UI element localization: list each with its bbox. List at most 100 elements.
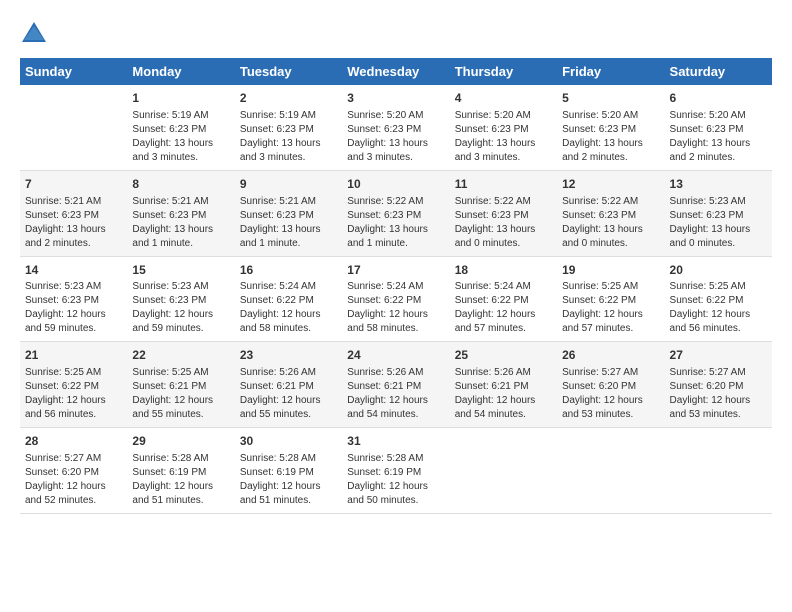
day-number: 3 [347, 90, 444, 107]
calendar-cell: 12 Sunrise: 5:22 AM Sunset: 6:23 PM Dayli… [557, 170, 664, 256]
day-number: 25 [455, 347, 552, 364]
calendar-cell: 11 Sunrise: 5:22 AM Sunset: 6:23 PM Dayli… [450, 170, 557, 256]
day-info: Sunrise: 5:25 AM Sunset: 6:21 PM Dayligh… [132, 366, 229, 422]
day-number: 29 [132, 433, 229, 450]
calendar-cell [450, 428, 557, 514]
day-info: Sunrise: 5:21 AM Sunset: 6:23 PM Dayligh… [240, 195, 337, 251]
calendar-cell: 23 Sunrise: 5:26 AM Sunset: 6:21 PM Dayli… [235, 342, 342, 428]
day-info: Sunrise: 5:19 AM Sunset: 6:23 PM Dayligh… [132, 109, 229, 165]
calendar-cell: 18Sunrise: 5:24 AM Sunset: 6:22 PM Dayli… [450, 256, 557, 342]
day-number: 19 [562, 262, 659, 279]
days-of-week-row: SundayMondayTuesdayWednesdayThursdayFrid… [20, 58, 772, 85]
calendar-cell: 7 Sunrise: 5:21 AM Sunset: 6:23 PM Daylig… [20, 170, 127, 256]
day-info: Sunrise: 5:24 AM Sunset: 6:22 PM Dayligh… [455, 280, 552, 336]
day-of-week-tuesday: Tuesday [235, 58, 342, 85]
day-of-week-saturday: Saturday [665, 58, 772, 85]
logo [20, 20, 52, 48]
day-number: 5 [562, 90, 659, 107]
day-number: 6 [670, 90, 767, 107]
day-info: Sunrise: 5:25 AM Sunset: 6:22 PM Dayligh… [562, 280, 659, 336]
calendar-cell: 8 Sunrise: 5:21 AM Sunset: 6:23 PM Daylig… [127, 170, 234, 256]
day-info: Sunrise: 5:21 AM Sunset: 6:23 PM Dayligh… [132, 195, 229, 251]
calendar-cell: 27 Sunrise: 5:27 AM Sunset: 6:20 PM Dayli… [665, 342, 772, 428]
calendar-cell: 31Sunrise: 5:28 AM Sunset: 6:19 PM Dayli… [342, 428, 449, 514]
calendar-cell: 15Sunrise: 5:23 AM Sunset: 6:23 PM Dayli… [127, 256, 234, 342]
day-info: Sunrise: 5:28 AM Sunset: 6:19 PM Dayligh… [240, 452, 337, 508]
calendar-cell: 13Sunrise: 5:23 AM Sunset: 6:23 PM Dayli… [665, 170, 772, 256]
calendar-week-2: 7 Sunrise: 5:21 AM Sunset: 6:23 PM Daylig… [20, 170, 772, 256]
day-of-week-friday: Friday [557, 58, 664, 85]
day-of-week-monday: Monday [127, 58, 234, 85]
calendar-cell: 10Sunrise: 5:22 AM Sunset: 6:23 PM Dayli… [342, 170, 449, 256]
calendar-cell [557, 428, 664, 514]
day-number: 18 [455, 262, 552, 279]
calendar-week-1: 1Sunrise: 5:19 AM Sunset: 6:23 PM Daylig… [20, 85, 772, 170]
page-header [20, 20, 772, 48]
calendar-cell: 19Sunrise: 5:25 AM Sunset: 6:22 PM Dayli… [557, 256, 664, 342]
day-number: 11 [455, 176, 552, 193]
day-number: 17 [347, 262, 444, 279]
day-info: Sunrise: 5:28 AM Sunset: 6:19 PM Dayligh… [132, 452, 229, 508]
day-info: Sunrise: 5:20 AM Sunset: 6:23 PM Dayligh… [455, 109, 552, 165]
calendar-body: 1Sunrise: 5:19 AM Sunset: 6:23 PM Daylig… [20, 85, 772, 513]
calendar-cell: 26Sunrise: 5:27 AM Sunset: 6:20 PM Dayli… [557, 342, 664, 428]
calendar-cell: 3 Sunrise: 5:20 AM Sunset: 6:23 PM Daylig… [342, 85, 449, 170]
day-info: Sunrise: 5:25 AM Sunset: 6:22 PM Dayligh… [670, 280, 767, 336]
calendar-cell: 17Sunrise: 5:24 AM Sunset: 6:22 PM Dayli… [342, 256, 449, 342]
day-info: Sunrise: 5:24 AM Sunset: 6:22 PM Dayligh… [240, 280, 337, 336]
day-info: Sunrise: 5:20 AM Sunset: 6:23 PM Dayligh… [347, 109, 444, 165]
calendar-cell: 9 Sunrise: 5:21 AM Sunset: 6:23 PM Daylig… [235, 170, 342, 256]
day-number: 26 [562, 347, 659, 364]
day-of-week-wednesday: Wednesday [342, 58, 449, 85]
day-info: Sunrise: 5:27 AM Sunset: 6:20 PM Dayligh… [670, 366, 767, 422]
day-number: 28 [25, 433, 122, 450]
day-number: 27 [670, 347, 767, 364]
day-info: Sunrise: 5:26 AM Sunset: 6:21 PM Dayligh… [240, 366, 337, 422]
logo-icon [20, 20, 48, 48]
calendar-cell [20, 85, 127, 170]
day-number: 15 [132, 262, 229, 279]
day-of-week-thursday: Thursday [450, 58, 557, 85]
day-number: 14 [25, 262, 122, 279]
day-number: 20 [670, 262, 767, 279]
day-number: 23 [240, 347, 337, 364]
calendar-cell: 30Sunrise: 5:28 AM Sunset: 6:19 PM Dayli… [235, 428, 342, 514]
calendar-cell: 16Sunrise: 5:24 AM Sunset: 6:22 PM Dayli… [235, 256, 342, 342]
calendar-week-5: 28 Sunrise: 5:27 AM Sunset: 6:20 PM Dayli… [20, 428, 772, 514]
day-info: Sunrise: 5:26 AM Sunset: 6:21 PM Dayligh… [455, 366, 552, 422]
day-number: 7 [25, 176, 122, 193]
day-number: 2 [240, 90, 337, 107]
calendar-cell [665, 428, 772, 514]
day-info: Sunrise: 5:22 AM Sunset: 6:23 PM Dayligh… [562, 195, 659, 251]
day-info: Sunrise: 5:23 AM Sunset: 6:23 PM Dayligh… [25, 280, 122, 336]
day-info: Sunrise: 5:27 AM Sunset: 6:20 PM Dayligh… [25, 452, 122, 508]
day-number: 31 [347, 433, 444, 450]
day-number: 4 [455, 90, 552, 107]
day-info: Sunrise: 5:26 AM Sunset: 6:21 PM Dayligh… [347, 366, 444, 422]
calendar-cell: 28 Sunrise: 5:27 AM Sunset: 6:20 PM Dayli… [20, 428, 127, 514]
calendar-cell: 20Sunrise: 5:25 AM Sunset: 6:22 PM Dayli… [665, 256, 772, 342]
calendar-cell: 14Sunrise: 5:23 AM Sunset: 6:23 PM Dayli… [20, 256, 127, 342]
day-info: Sunrise: 5:20 AM Sunset: 6:23 PM Dayligh… [670, 109, 767, 165]
calendar-cell: 22 Sunrise: 5:25 AM Sunset: 6:21 PM Dayli… [127, 342, 234, 428]
day-number: 12 [562, 176, 659, 193]
calendar-week-3: 14Sunrise: 5:23 AM Sunset: 6:23 PM Dayli… [20, 256, 772, 342]
day-info: Sunrise: 5:24 AM Sunset: 6:22 PM Dayligh… [347, 280, 444, 336]
day-info: Sunrise: 5:22 AM Sunset: 6:23 PM Dayligh… [455, 195, 552, 251]
day-info: Sunrise: 5:21 AM Sunset: 6:23 PM Dayligh… [25, 195, 122, 251]
calendar-header: SundayMondayTuesdayWednesdayThursdayFrid… [20, 58, 772, 85]
day-info: Sunrise: 5:20 AM Sunset: 6:23 PM Dayligh… [562, 109, 659, 165]
calendar-cell: 6 Sunrise: 5:20 AM Sunset: 6:23 PM Daylig… [665, 85, 772, 170]
day-number: 24 [347, 347, 444, 364]
calendar-cell: 2 Sunrise: 5:19 AM Sunset: 6:23 PM Daylig… [235, 85, 342, 170]
day-number: 8 [132, 176, 229, 193]
calendar-cell: 1Sunrise: 5:19 AM Sunset: 6:23 PM Daylig… [127, 85, 234, 170]
day-of-week-sunday: Sunday [20, 58, 127, 85]
day-number: 16 [240, 262, 337, 279]
day-number: 9 [240, 176, 337, 193]
day-info: Sunrise: 5:19 AM Sunset: 6:23 PM Dayligh… [240, 109, 337, 165]
calendar-cell: 21Sunrise: 5:25 AM Sunset: 6:22 PM Dayli… [20, 342, 127, 428]
day-info: Sunrise: 5:25 AM Sunset: 6:22 PM Dayligh… [25, 366, 122, 422]
day-number: 22 [132, 347, 229, 364]
calendar-cell: 24 Sunrise: 5:26 AM Sunset: 6:21 PM Dayli… [342, 342, 449, 428]
